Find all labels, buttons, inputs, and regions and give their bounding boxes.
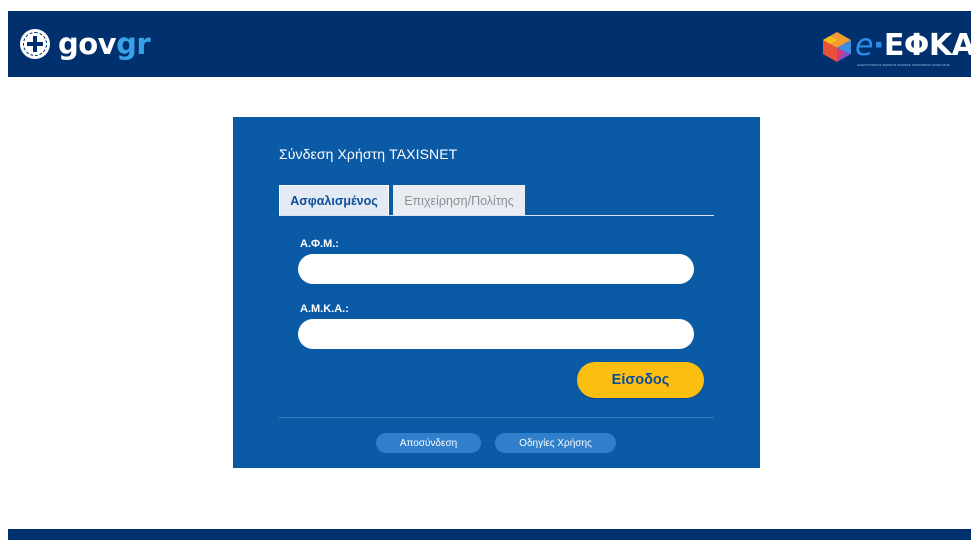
tabs-divider bbox=[279, 215, 714, 216]
header-bar: govgr e·ΕΦΚΑ ΗΛΕΚΤΡΟΝΙΚΟΣ ΕΘΝΙΚΟΣ ΦΟΡΕΑΣ… bbox=[8, 11, 971, 77]
user-guide-button[interactable]: Οδηγίες Χρήσης bbox=[495, 433, 616, 453]
login-title: Σύνδεση Χρήστη TAXISNET bbox=[279, 146, 458, 162]
efka-wordmark-main: ΕΦΚΑ bbox=[883, 28, 971, 63]
greek-emblem-icon bbox=[20, 29, 50, 59]
panel-divider bbox=[279, 417, 714, 418]
page: govgr e·ΕΦΚΑ ΗΛΕΚΤΡΟΝΙΚΟΣ ΕΘΝΙΚΟΣ ΦΟΡΕΑΣ… bbox=[0, 0, 971, 540]
efka-subtitle: ΗΛΕΚΤΡΟΝΙΚΟΣ ΕΘΝΙΚΟΣ ΦΟΡΕΑΣ ΚΟΙΝΩΝΙΚΗΣ Α… bbox=[857, 63, 950, 66]
logout-button[interactable]: Αποσύνδεση bbox=[376, 433, 481, 453]
govgr-wordmark-gr: gr bbox=[116, 27, 151, 61]
footer-bar bbox=[8, 529, 971, 540]
efka-wordmark-e: e bbox=[855, 28, 873, 63]
amka-input[interactable] bbox=[298, 319, 694, 349]
efka-wordmark: e·ΕΦΚΑ bbox=[855, 30, 971, 62]
afm-label: Α.Φ.Μ.: bbox=[300, 238, 339, 250]
afm-input[interactable] bbox=[298, 254, 694, 284]
efka-logo[interactable]: e·ΕΦΚΑ ΗΛΕΚΤΡΟΝΙΚΟΣ ΕΘΝΙΚΟΣ ΦΟΡΕΑΣ ΚΟΙΝΩ… bbox=[811, 25, 971, 69]
efka-cube-icon bbox=[823, 32, 851, 62]
login-button[interactable]: Είσοδος bbox=[577, 362, 704, 398]
govgr-wordmark: govgr bbox=[58, 27, 151, 61]
login-tabs: Ασφαλισμένος Επιχείρηση/Πολίτης bbox=[279, 184, 525, 216]
govgr-wordmark-gov: gov bbox=[58, 27, 117, 61]
efka-wordmark-dot: · bbox=[872, 28, 884, 63]
amka-label: Α.Μ.Κ.Α.: bbox=[300, 303, 349, 315]
govgr-logo[interactable]: govgr bbox=[20, 27, 151, 61]
tab-business-citizen[interactable]: Επιχείρηση/Πολίτης bbox=[393, 185, 525, 216]
login-panel: Σύνδεση Χρήστη TAXISNET Ασφαλισμένος Επι… bbox=[233, 117, 760, 468]
tab-insured[interactable]: Ασφαλισμένος bbox=[279, 185, 389, 216]
